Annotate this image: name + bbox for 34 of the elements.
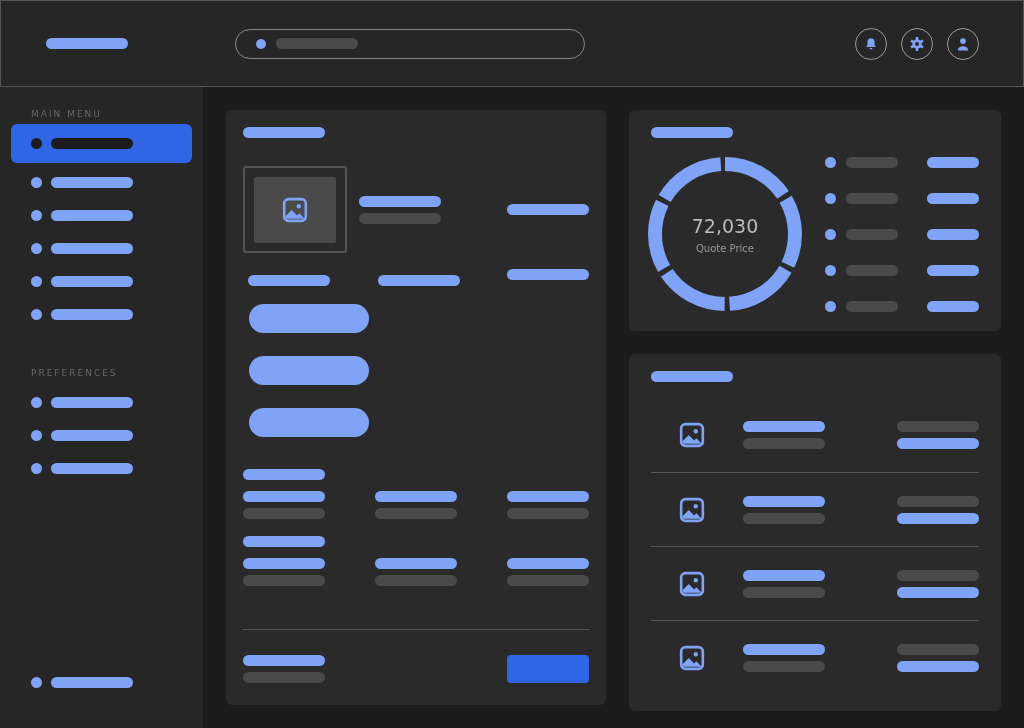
text-placeholder <box>927 228 979 240</box>
option-button[interactable] <box>249 408 369 437</box>
settings-button[interactable] <box>901 27 933 60</box>
user-icon <box>956 36 970 51</box>
text-placeholder <box>846 264 898 276</box>
image-icon <box>679 496 705 523</box>
text-placeholder <box>846 300 898 312</box>
option-button[interactable] <box>249 356 369 385</box>
image-icon <box>679 570 705 597</box>
text-placeholder <box>846 228 898 240</box>
summary-label: Quote Price <box>696 242 754 254</box>
settings-icon <box>909 35 925 52</box>
text-placeholder <box>846 192 898 204</box>
legend-dot <box>825 192 836 204</box>
image-icon <box>679 422 705 448</box>
legend-dot <box>825 300 836 312</box>
legend-dot <box>825 228 836 240</box>
legend-dot <box>825 156 836 168</box>
profile-button[interactable] <box>947 27 979 60</box>
text-placeholder <box>927 264 979 276</box>
notifications-button[interactable] <box>855 27 887 60</box>
text-placeholder <box>927 192 979 204</box>
image-icon <box>679 644 705 671</box>
summary-value: 72,030 <box>691 214 759 237</box>
sidebar-item[interactable] <box>11 124 192 163</box>
text-placeholder <box>927 300 979 312</box>
legend-dot <box>825 264 836 276</box>
sidebar-heading: MAIN MENU <box>30 109 103 119</box>
option-button[interactable] <box>249 304 369 333</box>
sidebar-heading: PREFERENCES <box>30 368 119 378</box>
bell-icon <box>864 36 878 51</box>
text-placeholder <box>846 156 898 168</box>
text-placeholder <box>927 156 979 168</box>
image-icon <box>282 196 308 223</box>
